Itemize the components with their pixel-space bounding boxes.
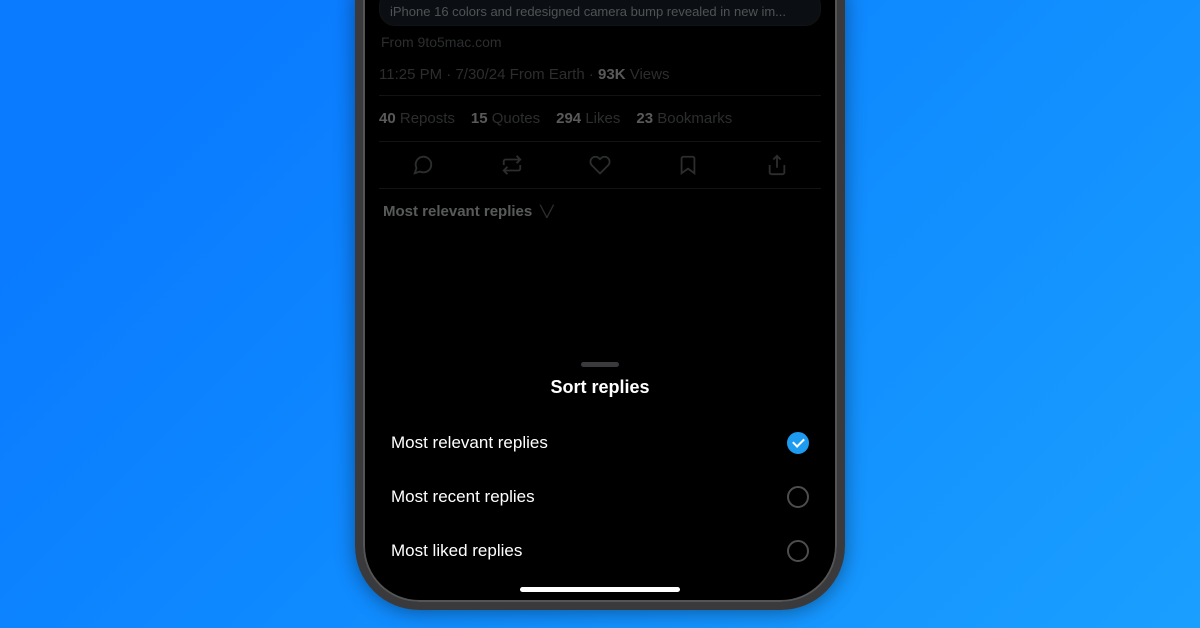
sort-option-label: Most relevant replies <box>391 433 548 453</box>
sheet-title: Sort replies <box>363 377 837 398</box>
radio-unselected-icon <box>787 486 809 508</box>
radio-unselected-icon <box>787 540 809 562</box>
radio-selected-icon <box>787 432 809 454</box>
sort-option-label: Most liked replies <box>391 541 522 561</box>
sort-replies-sheet: Sort replies Most relevant replies Most … <box>363 348 837 602</box>
home-indicator[interactable] <box>520 587 680 592</box>
phone-mockup: iPhone 16 colors and redesigned camera b… <box>355 0 845 610</box>
sort-option-relevant[interactable]: Most relevant replies <box>363 416 837 470</box>
sort-option-liked[interactable]: Most liked replies <box>363 524 837 578</box>
screen: iPhone 16 colors and redesigned camera b… <box>363 0 837 602</box>
sort-option-label: Most recent replies <box>391 487 535 507</box>
sort-option-recent[interactable]: Most recent replies <box>363 470 837 524</box>
sheet-grabber[interactable] <box>581 362 619 367</box>
